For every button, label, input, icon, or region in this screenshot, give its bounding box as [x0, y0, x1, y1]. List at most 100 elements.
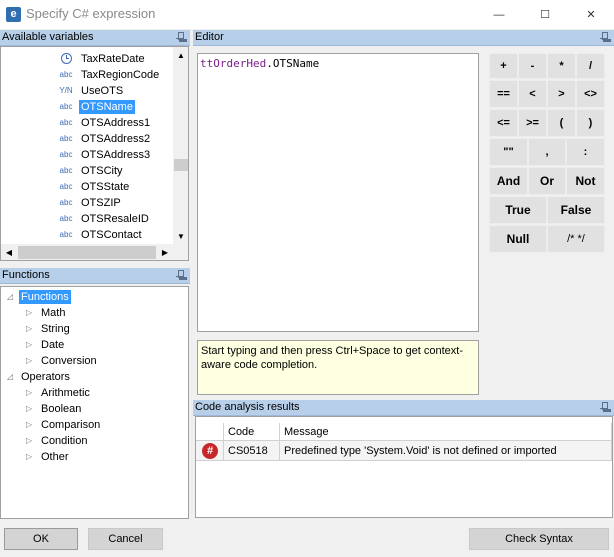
open-paren-button[interactable]: (	[547, 109, 576, 137]
minimize-icon: —	[493, 8, 505, 21]
variable-name: OTSAddress1	[81, 117, 151, 129]
collapsed-arrow-icon[interactable]: ▷	[26, 453, 34, 461]
tree-node-string[interactable]: ▷ String	[1, 321, 188, 337]
quotes-button[interactable]: ""	[489, 138, 528, 166]
not-button[interactable]: Not	[566, 167, 605, 195]
tree-node-functions[interactable]: ◿ Functions	[1, 289, 188, 305]
variable-item[interactable]: abc OTSCity	[1, 163, 173, 179]
variable-name: OTSAddress2	[81, 133, 151, 145]
and-button[interactable]: And	[489, 167, 528, 195]
true-button[interactable]: True	[489, 196, 547, 224]
collapsed-arrow-icon[interactable]: ▷	[26, 309, 34, 317]
close-paren-button[interactable]: )	[576, 109, 605, 137]
error-icon: #	[202, 443, 218, 459]
error-message-cell[interactable]: Predefined type 'System.Void' is not def…	[280, 441, 612, 461]
variable-item[interactable]: abc OTSContact	[1, 227, 173, 243]
multiply-button[interactable]: *	[547, 53, 576, 79]
expanded-arrow-icon[interactable]: ◿	[7, 373, 15, 381]
variable-item[interactable]: TaxRateDate	[1, 51, 173, 67]
pin-icon[interactable]	[176, 32, 184, 42]
variable-name: OTSState	[81, 181, 130, 193]
tree-node-operators[interactable]: ◿ Operators	[1, 369, 188, 385]
variable-type: abc	[59, 134, 73, 143]
variables-panel-header: Available variables	[0, 30, 190, 46]
tree-node-arithmetic[interactable]: ▷ Arithmetic	[1, 385, 188, 401]
variable-item[interactable]: abc OTSState	[1, 179, 173, 195]
collapsed-arrow-icon[interactable]: ▷	[26, 325, 34, 333]
message-column-header[interactable]: Message	[280, 423, 612, 441]
tree-node-label: Math	[41, 307, 66, 319]
not-equal-button[interactable]: <>	[576, 80, 605, 108]
variable-item[interactable]: abc OTSAddress3	[1, 147, 173, 163]
false-button[interactable]: False	[547, 196, 605, 224]
collapsed-arrow-icon[interactable]: ▷	[26, 405, 34, 413]
analysis-results-grid[interactable]: Code Message # CS0518 Predefined type 'S…	[195, 416, 613, 518]
comment-button[interactable]: /* */	[547, 225, 605, 253]
variables-list[interactable]: TaxRateDate abc TaxRegionCode Y/N UseOTS…	[0, 46, 189, 261]
or-button[interactable]: Or	[528, 167, 566, 195]
collapsed-arrow-icon[interactable]: ▷	[26, 357, 34, 365]
ok-button[interactable]: OK	[4, 528, 78, 550]
maximize-button[interactable]: ☐	[522, 0, 568, 29]
pin-icon[interactable]	[600, 32, 608, 42]
tree-node-condition[interactable]: ▷ Condition	[1, 433, 188, 449]
collapsed-arrow-icon[interactable]: ▷	[26, 421, 34, 429]
functions-tree[interactable]: ◿ Functions ▷ Math ▷ String ▷ Date ▷ Con…	[0, 286, 189, 519]
pin-icon[interactable]	[600, 402, 608, 412]
minus-button[interactable]: -	[518, 53, 547, 79]
greater-than-button[interactable]: >	[547, 80, 576, 108]
variables-horizontal-scrollbar[interactable]: ◀ ▶	[1, 244, 188, 260]
variable-item-selected[interactable]: abc OTSName	[1, 99, 173, 115]
tree-node-date[interactable]: ▷ Date	[1, 337, 188, 353]
collapsed-arrow-icon[interactable]: ▷	[26, 389, 34, 397]
tree-node-boolean[interactable]: ▷ Boolean	[1, 401, 188, 417]
variable-type: abc	[59, 166, 73, 175]
tree-node-other[interactable]: ▷ Other	[1, 449, 188, 465]
variable-item[interactable]: abc TaxRegionCode	[1, 67, 173, 83]
variable-name: OTSName	[79, 100, 135, 114]
collapsed-arrow-icon[interactable]: ▷	[26, 341, 34, 349]
variable-item[interactable]: abc OTSZIP	[1, 195, 173, 211]
editor-code[interactable]: ttOrderHed.OTSName	[200, 57, 319, 70]
scroll-up-arrow-icon[interactable]: ▲	[173, 47, 188, 63]
tree-node-conversion[interactable]: ▷ Conversion	[1, 353, 188, 369]
tree-node-math[interactable]: ▷ Math	[1, 305, 188, 321]
scroll-left-arrow-icon[interactable]: ◀	[1, 244, 17, 260]
check-syntax-button[interactable]: Check Syntax	[469, 528, 609, 550]
variable-type: abc	[59, 150, 73, 159]
equals-button[interactable]: ==	[489, 80, 518, 108]
greater-equal-button[interactable]: >=	[518, 109, 547, 137]
variables-vertical-scrollbar[interactable]: ▲ ▼	[173, 47, 188, 244]
variable-name: OTSCity	[81, 165, 123, 177]
tree-node-comparison[interactable]: ▷ Comparison	[1, 417, 188, 433]
null-button[interactable]: Null	[489, 225, 547, 253]
variable-item[interactable]: abc OTSAddress2	[1, 131, 173, 147]
scroll-thumb[interactable]	[18, 246, 156, 259]
error-code-cell[interactable]: CS0518	[224, 441, 280, 461]
code-column-header[interactable]: Code	[224, 423, 280, 441]
close-button[interactable]: ✕	[568, 0, 614, 29]
scroll-right-arrow-icon[interactable]: ▶	[157, 244, 173, 260]
tree-node-label: Boolean	[41, 403, 82, 415]
less-than-button[interactable]: <	[518, 80, 547, 108]
colon-button[interactable]: :	[566, 138, 605, 166]
code-editor[interactable]: ttOrderHed.OTSName	[197, 53, 479, 332]
divide-button[interactable]: /	[576, 53, 605, 79]
pin-icon[interactable]	[176, 270, 184, 280]
tree-node-label: Date	[41, 339, 65, 351]
plus-button[interactable]: +	[489, 53, 518, 79]
cancel-button[interactable]: Cancel	[88, 528, 163, 550]
collapsed-arrow-icon[interactable]: ▷	[26, 437, 34, 445]
variable-item[interactable]: abc OTSResaleID	[1, 211, 173, 227]
expanded-arrow-icon[interactable]: ◿	[7, 293, 15, 301]
variable-item[interactable]: Y/N UseOTS	[1, 83, 173, 99]
variable-item[interactable]: abc OTSAddress1	[1, 115, 173, 131]
icon-column-header	[196, 423, 224, 441]
comma-button[interactable]: ,	[528, 138, 566, 166]
less-equal-button[interactable]: <=	[489, 109, 518, 137]
scroll-thumb[interactable]	[174, 159, 188, 171]
variable-type: abc	[59, 182, 73, 191]
scroll-down-arrow-icon[interactable]: ▼	[173, 228, 188, 244]
minimize-button[interactable]: —	[476, 0, 522, 29]
tree-node-label: Other	[41, 451, 69, 463]
